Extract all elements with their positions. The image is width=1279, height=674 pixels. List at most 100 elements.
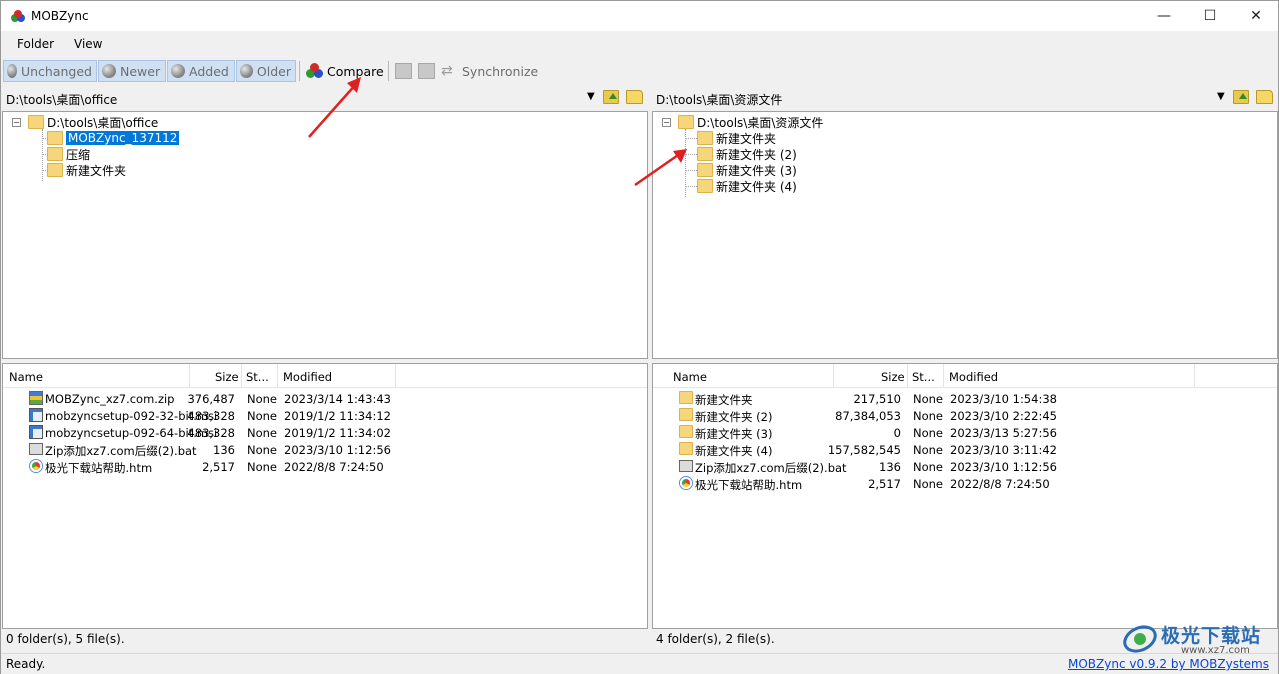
zip-icon [29, 391, 43, 405]
table-row[interactable]: 新建文件夹 (3) 0 None 2023/3/13 5:27:56 [653, 424, 1277, 441]
file-size: 2,517 [202, 460, 235, 474]
left-path-bar: D:\tools\桌面\office ▼ [1, 87, 649, 109]
left-path-input[interactable]: D:\tools\桌面\office [6, 91, 117, 108]
file-modified: 2019/1/2 11:34:12 [284, 409, 391, 423]
compare-label: Compare [327, 63, 384, 79]
column-size[interactable]: Size [215, 370, 239, 384]
menu-folder[interactable]: Folder [17, 37, 54, 51]
file-modified: 2023/3/10 1:12:56 [950, 460, 1057, 474]
file-modified: 2022/8/8 7:24:50 [950, 477, 1050, 491]
tree-item[interactable]: 新建文件夹 [47, 162, 126, 178]
file-name: 极光下载站帮助.htm [695, 478, 803, 492]
column-status[interactable]: St... [246, 370, 269, 384]
compare-icon [306, 63, 324, 79]
synchronize-button[interactable]: ⇄ Synchronize [438, 60, 542, 82]
file-modified: 2023/3/10 3:11:42 [950, 443, 1057, 457]
unchanged-label: Unchanged [20, 63, 92, 79]
table-row[interactable]: Zip添加xz7.com后缀(2).bat 136 None 2023/3/10 1:… [3, 441, 647, 458]
toolbar-separator [388, 61, 389, 81]
table-row[interactable]: MOBZync_xz7.com.zip 376,487 None 2023/3/14 … [3, 390, 647, 407]
right-file-list[interactable]: Name Size St... Modified 新建文件夹 217,510 Non… [652, 363, 1278, 629]
tree-item-label: MOBZync_137112 [64, 130, 181, 146]
file-status: None [247, 460, 278, 474]
column-name[interactable]: Name [673, 370, 707, 384]
folder-icon [678, 115, 694, 129]
table-row[interactable]: 新建文件夹 (4) 157,582,545 None 2023/3/10 3:11:4… [653, 441, 1277, 458]
file-status: None [913, 409, 944, 423]
file-modified: 2023/3/13 5:27:56 [950, 426, 1057, 440]
folder-open-icon[interactable] [1256, 90, 1273, 104]
folder-up-icon[interactable] [1233, 90, 1249, 104]
column-status[interactable]: St... [912, 370, 935, 384]
minimize-icon: — [1157, 8, 1171, 24]
compare-button[interactable]: Compare [303, 60, 388, 82]
file-size: 376,487 [187, 392, 235, 406]
watermark-sub: www.xz7.com [1181, 645, 1250, 656]
tree-item[interactable]: 新建文件夹 [697, 130, 776, 146]
folder-up-icon[interactable] [603, 90, 619, 104]
maximize-button[interactable]: ☐ [1187, 1, 1233, 31]
menu-bar: Folder View [1, 31, 1278, 57]
file-modified: 2022/8/8 7:24:50 [284, 460, 384, 474]
minimize-button[interactable]: — [1141, 1, 1187, 31]
tree-item[interactable]: 压缩 [47, 146, 90, 162]
tree-root-label: D:\tools\桌面\资源文件 [697, 115, 824, 130]
table-row[interactable]: 极光下载站帮助.htm 2,517 None 2022/8/8 7:24:50 [653, 475, 1277, 492]
menu-view[interactable]: View [74, 37, 102, 51]
sync-icon: ⇄ [441, 63, 453, 79]
older-button[interactable]: Older [236, 60, 296, 82]
column-modified[interactable]: Modified [283, 370, 332, 384]
tree-item[interactable]: 新建文件夹 (2) [697, 146, 797, 162]
folder-icon [697, 179, 713, 193]
folder-open-icon[interactable] [626, 90, 643, 104]
file-status: None [247, 443, 278, 457]
tree-root[interactable]: D:\tools\桌面\资源文件 [678, 114, 823, 130]
file-modified: 2019/1/2 11:34:02 [284, 426, 391, 440]
htm-icon [679, 476, 693, 490]
table-row[interactable]: mobzyncsetup-092-64-bit.msi 483,328 None 20… [3, 424, 647, 441]
table-row[interactable]: 新建文件夹 217,510 None 2023/3/10 1:54:38 [653, 390, 1277, 407]
synchronize-label: Synchronize [462, 63, 539, 79]
tree-item[interactable]: 新建文件夹 (3) [697, 162, 797, 178]
newer-button[interactable]: Newer [98, 60, 166, 82]
bat-icon [29, 442, 43, 456]
tree-root[interactable]: D:\tools\桌面\office [28, 114, 158, 130]
file-status: None [247, 426, 278, 440]
right-path-input[interactable]: D:\tools\桌面\资源文件 [656, 91, 782, 108]
folder-icon [697, 163, 713, 177]
close-button[interactable]: ✕ [1233, 1, 1279, 31]
column-name[interactable]: Name [9, 370, 43, 384]
gray-ball-icon [240, 64, 253, 78]
about-link[interactable]: MOBZync v0.9.2 by MOBZystems [1068, 657, 1269, 671]
chevron-down-icon[interactable]: ▼ [1217, 91, 1225, 102]
list-header: Name Size St... Modified [653, 364, 1277, 388]
left-file-list[interactable]: Name Size St... Modified MOBZync_xz7.com… [2, 363, 648, 629]
unchanged-button[interactable]: Unchanged [3, 60, 97, 82]
right-folder-tree[interactable]: − D:\tools\桌面\资源文件 新建文件夹 新建文件夹 (2) 新建文件夹… [652, 111, 1278, 359]
file-name: MOBZync_xz7.com.zip [45, 392, 175, 406]
app-icon [10, 9, 26, 23]
column-size[interactable]: Size [881, 370, 905, 384]
file-name: Zip添加xz7.com后缀(2).bat [695, 461, 847, 475]
file-modified: 2023/3/10 1:54:38 [950, 392, 1057, 406]
msi-icon [29, 425, 43, 439]
collapse-icon[interactable]: − [12, 118, 21, 127]
table-row[interactable]: 新建文件夹 (2) 87,384,053 None 2023/3/10 2:22:45 [653, 407, 1277, 424]
toolbar-separator [299, 61, 300, 81]
table-row[interactable]: Zip添加xz7.com后缀(2).bat 136 None 2023/3/10 1:… [653, 458, 1277, 475]
tree-item[interactable]: MOBZync_137112 [47, 130, 181, 146]
folder-icon [679, 408, 693, 422]
chevron-down-icon[interactable]: ▼ [587, 91, 595, 102]
toolbar: Unchanged Newer Added Older Compare ⇄ Sy… [1, 57, 1278, 85]
file-modified: 2023/3/10 2:22:45 [950, 409, 1057, 423]
file-size: 157,582,545 [827, 443, 901, 457]
table-row[interactable]: mobzyncsetup-092-32-bit.msi 483,328 None 20… [3, 407, 647, 424]
tree-item[interactable]: 新建文件夹 (4) [697, 178, 797, 194]
file-status: None [913, 477, 944, 491]
added-button[interactable]: Added [167, 60, 235, 82]
left-folder-tree[interactable]: − D:\tools\桌面\office MOBZync_137112 压缩 新… [2, 111, 648, 359]
column-modified[interactable]: Modified [949, 370, 998, 384]
table-row[interactable]: 极光下载站帮助.htm 2,517 None 2022/8/8 7:24:50 [3, 458, 647, 475]
status-bar: Ready. MOBZync v0.9.2 by MOBZystems [1, 653, 1278, 674]
collapse-icon[interactable]: − [662, 118, 671, 127]
